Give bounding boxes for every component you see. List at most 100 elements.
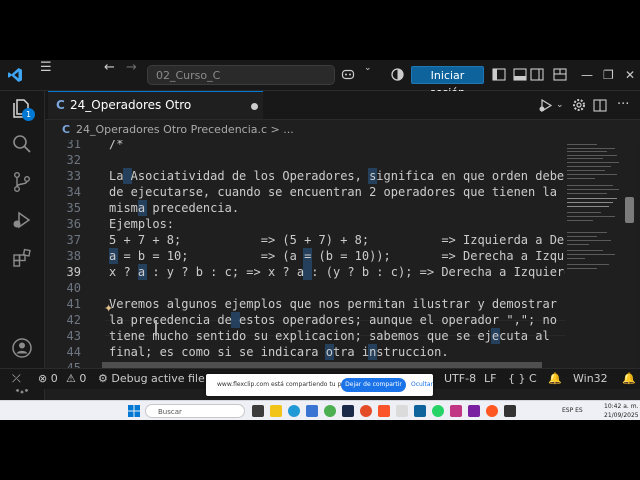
- code-text: a = b = 10; => (a = (b = 10)); => Derech…: [109, 249, 565, 263]
- gear-icon[interactable]: [572, 98, 586, 112]
- code-line[interactable]: final; es como si se indicara otra instr…: [109, 344, 449, 360]
- run-file-icon[interactable]: [539, 99, 553, 112]
- line-number: 32: [66, 153, 81, 167]
- c-file-icon: C: [56, 98, 65, 112]
- line-number: 31: [66, 140, 81, 151]
- clock-date[interactable]: 21/09/2025: [604, 411, 639, 420]
- breadcrumb: C 24_Operadores Otro Precedencia.c > ...: [45, 120, 640, 140]
- app-icon[interactable]: [504, 405, 516, 417]
- vertical-scroll-thumb[interactable]: [625, 197, 634, 223]
- line-number: 45: [66, 361, 81, 368]
- code-text: de ejecutarse, cuando se encuentran 2 op…: [109, 185, 557, 199]
- debug-active-file[interactable]: ⚙ Debug active file (M: [98, 369, 222, 389]
- language-mode[interactable]: { } C: [508, 369, 537, 389]
- app-icon[interactable]: [486, 405, 498, 417]
- clock-time[interactable]: 10:42 a. m.: [604, 402, 638, 411]
- error-icon: ⊗: [38, 372, 48, 385]
- unsaved-dot-icon[interactable]: [251, 103, 258, 110]
- minimize-button[interactable]: —: [581, 67, 593, 83]
- c-file-icon: C: [62, 123, 71, 136]
- vertical-scrollbar[interactable]: [623, 140, 636, 368]
- hide-banner-button[interactable]: Ocultar: [411, 374, 433, 396]
- line-number: 37: [66, 233, 81, 247]
- maximize-button[interactable]: ❐: [603, 67, 614, 83]
- line-number: 44: [66, 345, 81, 359]
- platform-indicator[interactable]: Win32: [573, 369, 608, 389]
- code-text: la precedencia de estos operadores; aunq…: [109, 313, 557, 327]
- source-control-icon[interactable]: [11, 171, 33, 193]
- vscode-window: ☰ ← → 02_Curso_C ⌄ Iniciar sesión: [0, 60, 640, 420]
- problems-warnings[interactable]: ⚠ 0: [66, 369, 86, 389]
- code-text: 5 + 7 + 8; => (5 + 7) + 8; => Izquierda …: [109, 233, 565, 247]
- code-text: misma precedencia.: [109, 201, 240, 215]
- code-line[interactable]: a = b = 10; => (a = (b = 10)); => Derech…: [109, 248, 565, 264]
- back-arrow-icon[interactable]: ←: [104, 60, 115, 76]
- remote-icon[interactable]: ⤫: [12, 369, 21, 389]
- close-button[interactable]: ✕: [625, 67, 635, 83]
- code-line[interactable]: tiene mucho sentido su explicacion; sabe…: [109, 328, 550, 344]
- more-actions-icon[interactable]: ···: [617, 97, 629, 113]
- chrome-icon[interactable]: [324, 405, 336, 417]
- split-editor-icon[interactable]: [593, 99, 607, 112]
- taskbar-search[interactable]: Buscar: [145, 404, 245, 418]
- copilot-icon[interactable]: [341, 68, 355, 82]
- app-icon[interactable]: [342, 405, 354, 417]
- code-line[interactable]: misma precedencia.: [109, 200, 239, 216]
- sign-in-button[interactable]: Iniciar sesión: [411, 66, 484, 99]
- breadcrumb-path[interactable]: 24_Operadores Otro Precedencia.c > ...: [76, 120, 294, 140]
- minimap[interactable]: [565, 140, 623, 368]
- language-indicator[interactable]: ESP ES: [562, 406, 583, 415]
- bell-icon[interactable]: 🔔: [548, 369, 562, 389]
- explorer-badge: 1: [22, 108, 35, 121]
- customize-layout-icon[interactable]: [553, 68, 567, 81]
- vscode-logo-icon: [8, 68, 22, 82]
- store-icon[interactable]: [306, 405, 318, 417]
- toggle-secondary-sidebar-icon[interactable]: [530, 68, 544, 81]
- lightbulb-icon[interactable]: ✦: [104, 302, 113, 315]
- browser-icon[interactable]: [360, 405, 372, 417]
- eol-indicator[interactable]: LF: [484, 369, 496, 389]
- encoding-indicator[interactable]: UTF-8: [444, 369, 476, 389]
- toggle-panel-icon[interactable]: [513, 68, 527, 81]
- run-options-chevron-icon[interactable]: ⌄: [556, 97, 564, 113]
- vscode-taskbar-icon[interactable]: [414, 405, 426, 417]
- code-text: final; es como si se indicara otra instr…: [109, 345, 449, 359]
- task-view-icon[interactable]: [252, 405, 264, 417]
- code-line[interactable]: x ? a : y ? b : c; => x ? a : (y ? b : c…: [109, 264, 565, 280]
- extensions-icon[interactable]: [11, 247, 33, 269]
- account-icon[interactable]: [11, 337, 33, 359]
- editor-tabs: C 24_Operadores Otro Precedencia.c ⌄ ···: [45, 91, 640, 139]
- command-center-search[interactable]: 02_Curso_C: [147, 65, 335, 85]
- code-line[interactable]: 5 + 7 + 8; => (5 + 7) + 8; => Izquierda …: [109, 232, 565, 248]
- brave-icon[interactable]: [378, 405, 390, 417]
- line-number: 38: [66, 249, 81, 263]
- title-bar: ☰ ← → 02_Curso_C ⌄ Iniciar sesión: [0, 60, 640, 99]
- run-debug-icon[interactable]: [11, 209, 33, 231]
- toggle-sidebar-icon[interactable]: [492, 68, 506, 81]
- menu-icon[interactable]: ☰: [40, 60, 52, 76]
- code-line[interactable]: /*: [109, 140, 123, 152]
- chevron-down-icon[interactable]: ⌄: [364, 60, 372, 76]
- app-icon[interactable]: [450, 405, 462, 417]
- app-icon[interactable]: [396, 405, 408, 417]
- code-editor[interactable]: 31 32 33 34 35 36 37 38 39 40 41 42 43 44 45 /* La Asoc…: [45, 140, 565, 368]
- code-line[interactable]: de ejecutarse, cuando se encuentran 2 op…: [109, 184, 557, 200]
- problems-errors[interactable]: ⊗ 0: [38, 369, 58, 389]
- whatsapp-icon[interactable]: [432, 405, 444, 417]
- edge-icon[interactable]: [288, 405, 300, 417]
- stop-sharing-button[interactable]: Dejar de compartir: [341, 378, 406, 392]
- code-line[interactable]: Ejemplos:: [109, 216, 174, 232]
- accounts-shield-icon[interactable]: [391, 68, 404, 81]
- code-line[interactable]: La Asociatividad de los Operadores, sign…: [109, 168, 565, 184]
- line-number: 39: [66, 265, 81, 279]
- line-number: 36: [66, 217, 81, 231]
- code-line[interactable]: Veremos algunos ejemplos que nos permita…: [109, 296, 557, 312]
- tab-24-operadores[interactable]: C 24_Operadores Otro Precedencia.c: [48, 91, 263, 139]
- app-icon[interactable]: [468, 405, 480, 417]
- windows-start-icon[interactable]: [128, 405, 140, 417]
- code-line[interactable]: la precedencia de estos operadores; aunq…: [109, 312, 557, 328]
- forward-arrow-icon[interactable]: →: [126, 60, 137, 76]
- notifications-icon[interactable]: 🔔: [622, 369, 636, 389]
- search-icon[interactable]: [11, 133, 33, 155]
- file-explorer-icon[interactable]: [270, 405, 282, 417]
